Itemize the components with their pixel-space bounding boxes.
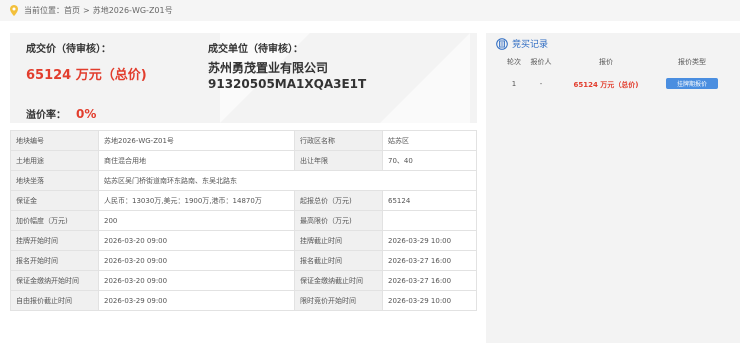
field-label: 挂牌开始时间 bbox=[10, 230, 99, 251]
table-row: 挂牌开始时间 2026-03-20 09:00 挂牌截止时间 2026-03-2… bbox=[10, 230, 477, 251]
field-label: 自由报价截止时间 bbox=[10, 290, 99, 311]
field-value: 2026-03-20 09:00 bbox=[98, 250, 295, 271]
table-row: 保证金 人民币：13030万,美元：1900万,港币：14870万 起报总价（万… bbox=[10, 190, 477, 211]
bid-price: 65124 万元（总价) bbox=[573, 81, 639, 89]
column-header-bidder: 报价人 bbox=[530, 58, 552, 66]
field-label: 地块坐落 bbox=[10, 170, 99, 191]
field-label: 保证金缴纳开始时间 bbox=[10, 270, 99, 291]
bid-record-icon bbox=[496, 37, 508, 50]
breadcrumb-prefix: 当前位置： bbox=[24, 6, 64, 15]
field-label: 起报总价（万元) bbox=[294, 190, 383, 211]
premium-rate-value: 0% bbox=[76, 107, 97, 121]
field-value: 200 bbox=[98, 210, 295, 231]
field-label: 土地用途 bbox=[10, 150, 99, 171]
column-header-round: 轮次 bbox=[507, 58, 521, 66]
bid-record-panel: 竞买记录 轮次 报价人 报价 报价类型 1 - 65124 万元（总价) 挂牌期… bbox=[486, 33, 740, 343]
summary-decoration bbox=[380, 33, 470, 123]
field-value: 2026-03-27 16:00 bbox=[382, 250, 477, 271]
land-detail-table: 地块编号 苏地2026-WG-Z01号 行政区名称 姑苏区 土地用途 商住混合用… bbox=[10, 130, 477, 311]
field-value: 2026-03-29 09:00 bbox=[98, 290, 295, 311]
bid-record-header: 竞买记录 bbox=[496, 37, 548, 50]
field-value: 苏地2026-WG-Z01号 bbox=[98, 130, 295, 151]
field-value bbox=[382, 210, 477, 231]
field-value: 2026-03-29 10:00 bbox=[382, 290, 477, 311]
deal-summary-panel: 成交价（待审核）： 65124 万元（总价) 成交单位（待审核）： 苏州勇茂置业… bbox=[10, 33, 477, 123]
field-value: 2026-03-20 09:00 bbox=[98, 230, 295, 251]
field-value: 姑苏区吴门桥街道南环东路南、东吴北路东 bbox=[98, 170, 477, 191]
field-value: 65124 bbox=[382, 190, 477, 211]
table-row: 地块编号 苏地2026-WG-Z01号 行政区名称 姑苏区 bbox=[10, 130, 477, 151]
premium-rate-label: 溢价率： bbox=[26, 110, 66, 121]
field-label: 地块编号 bbox=[10, 130, 99, 151]
premium-rate: 溢价率： 0% bbox=[26, 106, 96, 121]
field-label: 最高限价（万元) bbox=[294, 210, 383, 231]
field-label: 报名截止时间 bbox=[294, 250, 383, 271]
field-label: 加价幅度（万元) bbox=[10, 210, 99, 231]
table-row: 自由报价截止时间 2026-03-29 09:00 限时竞价开始时间 2026-… bbox=[10, 290, 477, 311]
table-row: 土地用途 商住混合用地 出让年限 70、40 bbox=[10, 150, 477, 171]
field-label: 出让年限 bbox=[294, 150, 383, 171]
buyer-name: 苏州勇茂置业有限公司 bbox=[208, 61, 329, 75]
breadcrumb-home-link[interactable]: 首页 bbox=[64, 5, 80, 16]
field-value: 2026-03-27 16:00 bbox=[382, 270, 477, 291]
buyer-label: 成交单位（待审核）： bbox=[208, 44, 303, 55]
field-label: 保证金缴纳截止时间 bbox=[294, 270, 383, 291]
field-value: 70、40 bbox=[382, 150, 477, 171]
field-label: 挂牌截止时间 bbox=[294, 230, 383, 251]
buyer-code: 91320505MA1XQA3E1T bbox=[208, 77, 367, 91]
field-value: 2026-03-20 09:00 bbox=[98, 270, 295, 291]
field-value: 2026-03-29 10:00 bbox=[382, 230, 477, 251]
buyer-info: 苏州勇茂置业有限公司 91320505MA1XQA3E1T bbox=[208, 60, 366, 92]
table-row: 地块坐落 姑苏区吴门桥街道南环东路南、东吴北路东 bbox=[10, 170, 477, 191]
field-label: 限时竞价开始时间 bbox=[294, 290, 383, 311]
breadcrumb: 当前位置： 首页 > 苏地2026-WG-Z01号 bbox=[0, 0, 740, 21]
breadcrumb-current: 苏地2026-WG-Z01号 bbox=[92, 6, 173, 15]
bid-record-title: 竞买记录 bbox=[512, 40, 549, 50]
field-value: 商住混合用地 bbox=[98, 150, 295, 171]
column-header-price: 报价 bbox=[599, 58, 613, 66]
field-value: 人民币：13030万,美元：1900万,港币：14870万 bbox=[98, 190, 295, 211]
breadcrumb-separator: > bbox=[83, 6, 90, 15]
deal-price-label: 成交价（待审核）： bbox=[26, 44, 111, 55]
field-value: 姑苏区 bbox=[382, 130, 477, 151]
deal-price-value: 65124 万元（总价) bbox=[26, 68, 147, 83]
column-header-type: 报价类型 bbox=[678, 58, 706, 66]
bid-bidder: - bbox=[539, 80, 543, 88]
table-row: 加价幅度（万元) 200 最高限价（万元) bbox=[10, 210, 477, 231]
table-row: 报名开始时间 2026-03-20 09:00 报名截止时间 2026-03-2… bbox=[10, 250, 477, 271]
field-label: 保证金 bbox=[10, 190, 99, 211]
field-label: 报名开始时间 bbox=[10, 250, 99, 271]
field-label: 行政区名称 bbox=[294, 130, 383, 151]
bid-type-badge: 挂牌期报价 bbox=[666, 78, 718, 89]
table-row: 保证金缴纳开始时间 2026-03-20 09:00 保证金缴纳截止时间 202… bbox=[10, 270, 477, 291]
location-pin-icon bbox=[10, 5, 18, 16]
bid-round: 1 bbox=[511, 80, 517, 88]
